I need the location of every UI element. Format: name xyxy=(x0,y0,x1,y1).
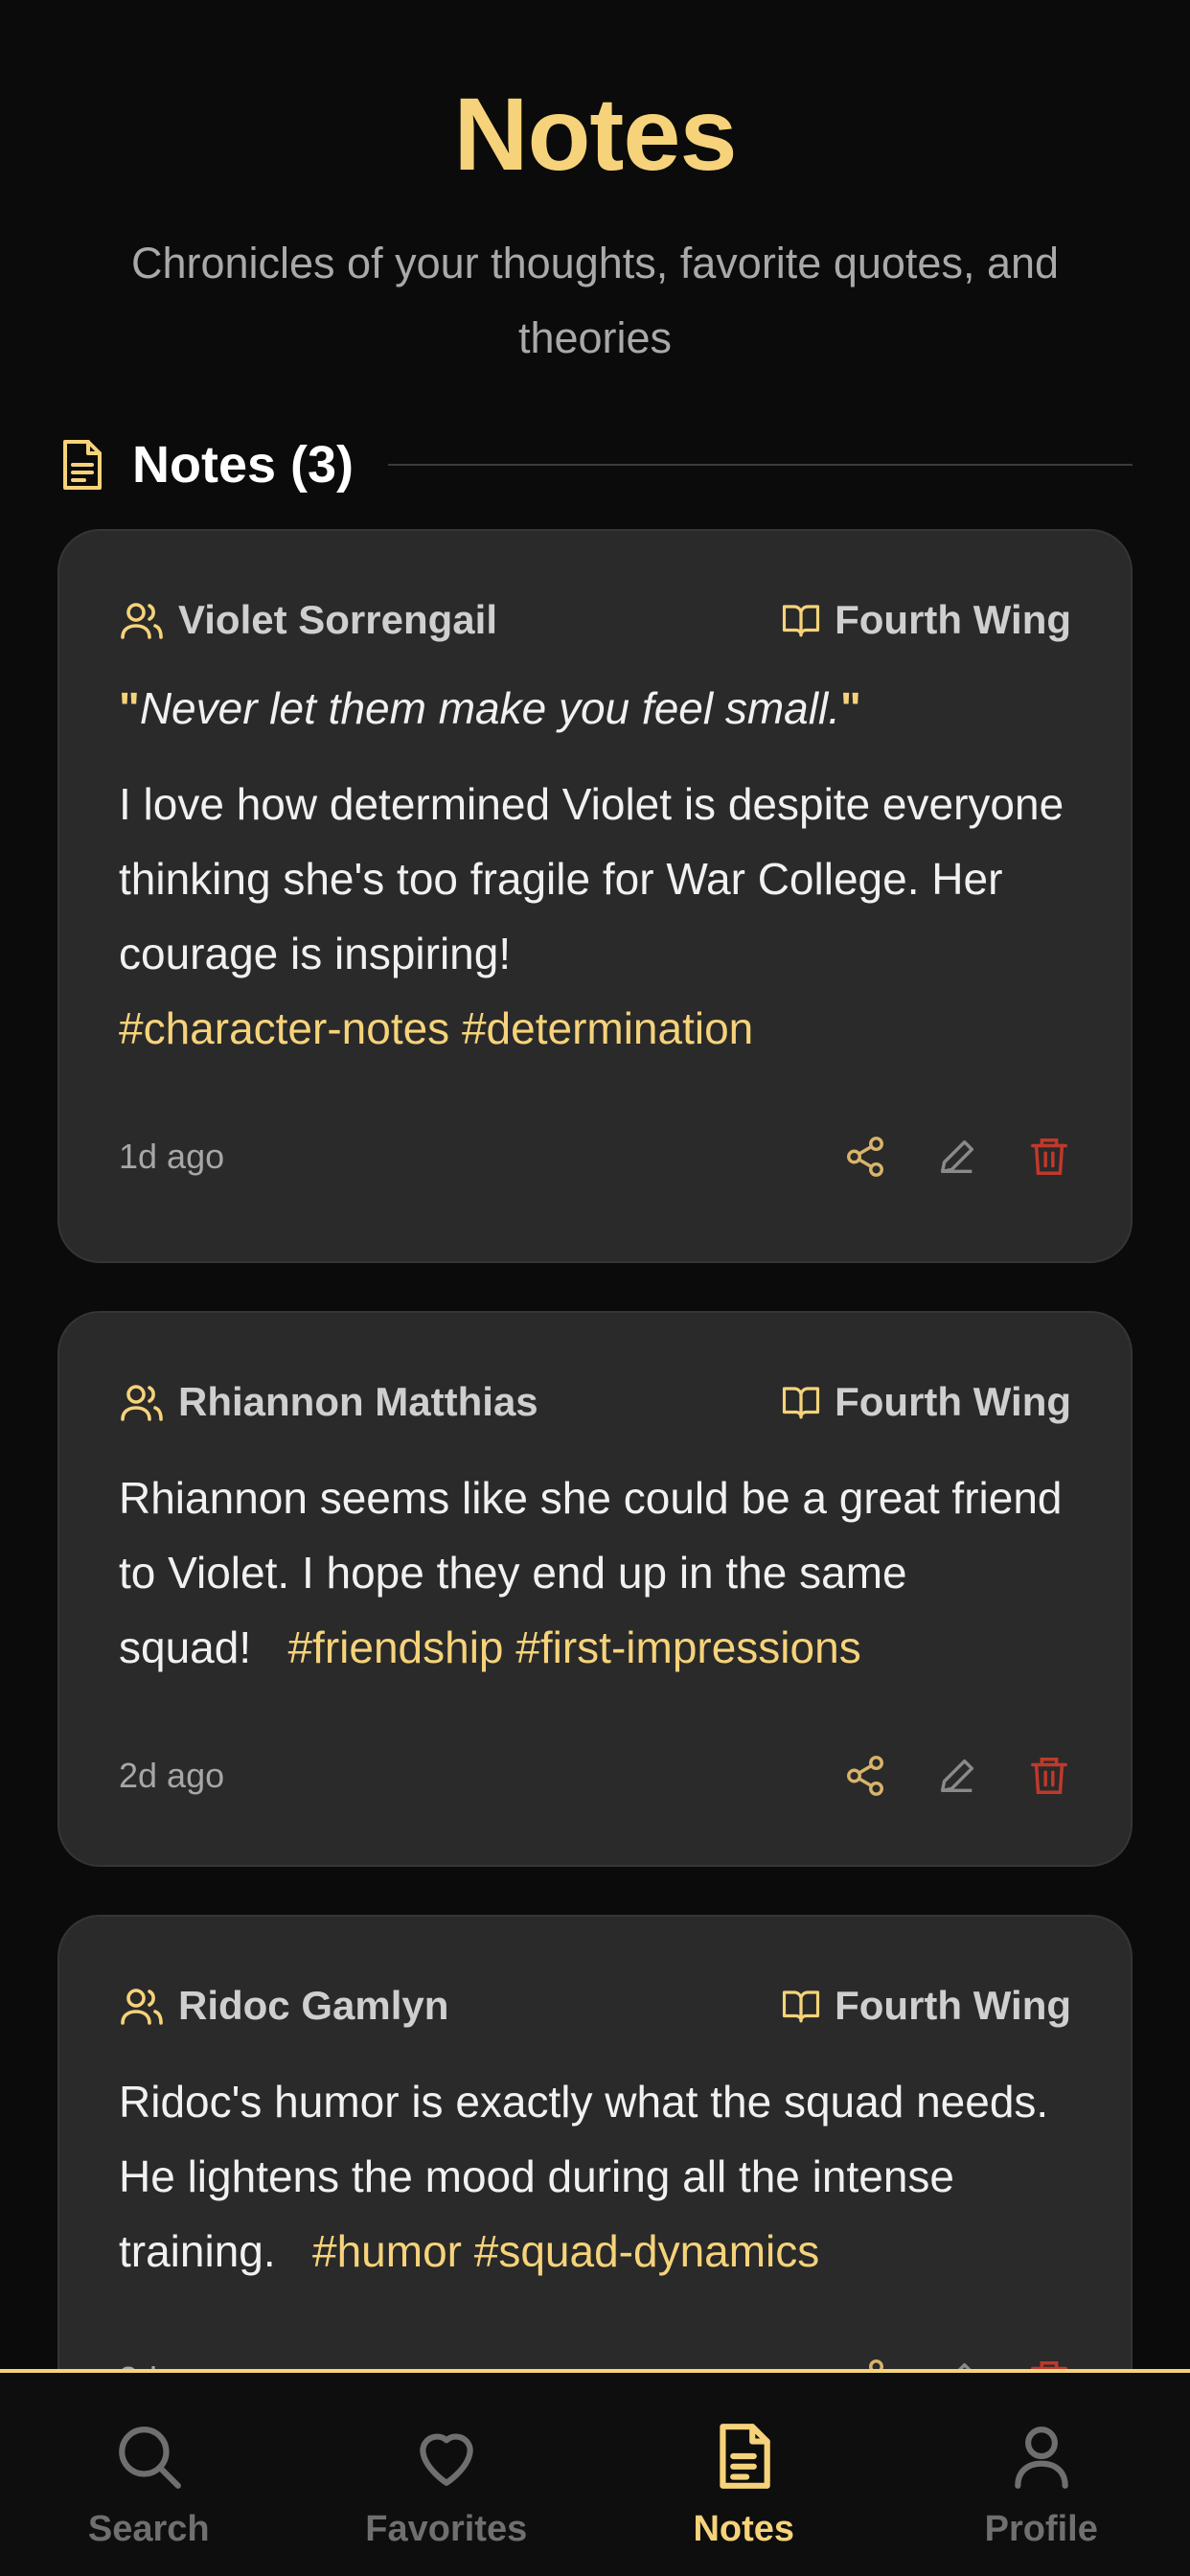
note-actions xyxy=(795,1135,1071,1179)
note-book[interactable]: Fourth Wing xyxy=(781,1983,1071,2029)
tab-label: Profile xyxy=(984,2509,1098,2549)
note-book[interactable]: Fourth Wing xyxy=(781,1379,1071,1425)
note-tags[interactable]: #character-notes #determination xyxy=(119,1003,753,1053)
book-title: Fourth Wing xyxy=(835,1983,1071,2028)
user-icon xyxy=(1015,2426,1068,2489)
page-subtitle: Chronicles of your thoughts, favorite qu… xyxy=(130,239,1060,362)
tab-search[interactable]: Search xyxy=(0,2373,298,2576)
section-divider xyxy=(388,464,1133,466)
note-tags[interactable]: #humor #squad-dynamics xyxy=(312,2226,819,2276)
book-open-icon xyxy=(783,605,820,637)
book-title: Fourth Wing xyxy=(835,1379,1071,1424)
share-icon[interactable] xyxy=(843,1135,887,1179)
note-book[interactable]: Fourth Wing xyxy=(781,597,1071,643)
note-timestamp: 2d ago xyxy=(119,1756,225,1795)
tab-notes[interactable]: Notes xyxy=(595,2373,893,2576)
notes-count-title: Notes (3) xyxy=(132,436,355,494)
tab-favorites[interactable]: Favorites xyxy=(298,2373,596,2576)
notes-screen: Notes Chronicles of your thoughts, favor… xyxy=(0,0,1190,2576)
tab-label: Search xyxy=(87,2509,210,2549)
character-name: Rhiannon Matthias xyxy=(178,1379,538,1424)
users-icon xyxy=(121,1385,163,1421)
character-name: Ridoc Gamlyn xyxy=(178,1983,449,2028)
search-icon xyxy=(119,2426,182,2489)
notes-section-header: Notes (3) xyxy=(59,426,1133,503)
note-actions xyxy=(795,1754,1071,1798)
note-tags[interactable]: #friendship #first-impressions xyxy=(287,1622,860,1672)
note-quote: "Never let them make you feel small." xyxy=(119,675,1071,742)
note-character[interactable]: Ridoc Gamlyn xyxy=(119,1983,448,2029)
book-title: Fourth Wing xyxy=(835,597,1071,642)
users-icon xyxy=(121,603,163,639)
share-icon[interactable] xyxy=(843,1754,887,1798)
page-title: Notes xyxy=(453,76,737,192)
note-character[interactable]: Violet Sorrengail xyxy=(119,597,497,643)
character-name: Violet Sorrengail xyxy=(178,597,497,642)
tab-label: Favorites xyxy=(365,2509,528,2549)
tab-profile[interactable]: Profile xyxy=(893,2373,1190,2576)
book-open-icon xyxy=(783,1387,820,1419)
note-body: Rhiannon seems like she could be a great… xyxy=(119,1460,1071,1685)
delete-icon[interactable] xyxy=(1027,1135,1071,1179)
edit-icon[interactable] xyxy=(935,1135,979,1179)
heart-icon xyxy=(420,2433,473,2486)
quote-mark-open: " xyxy=(119,683,140,733)
note-character[interactable]: Rhiannon Matthias xyxy=(119,1379,538,1425)
document-icon xyxy=(63,440,102,490)
document-icon xyxy=(720,2424,770,2489)
bottom-tab-bar: Search Favorites Notes Profile xyxy=(0,2369,1190,2576)
note-body: I love how determined Violet is despite … xyxy=(119,767,1071,1066)
note-body: Ridoc's humor is exactly what the squad … xyxy=(119,2064,1071,2288)
note-card[interactable]: Rhiannon Matthias Fourth Wing Rhiannon s… xyxy=(57,1311,1133,1867)
delete-icon[interactable] xyxy=(1027,1754,1071,1798)
edit-icon[interactable] xyxy=(935,1754,979,1798)
tab-label: Notes xyxy=(693,2509,795,2549)
note-text: I love how determined Violet is despite … xyxy=(119,779,1064,978)
quote-mark-close: " xyxy=(839,683,861,733)
quote-text: Never let them make you feel small. xyxy=(139,683,840,733)
page-header: Notes Chronicles of your thoughts, favor… xyxy=(0,0,1190,376)
book-open-icon xyxy=(783,1990,820,2023)
users-icon xyxy=(121,1989,163,2025)
note-timestamp: 1d ago xyxy=(119,1137,225,1176)
note-card[interactable]: Violet Sorrengail Fourth Wing "Never let… xyxy=(57,529,1133,1263)
